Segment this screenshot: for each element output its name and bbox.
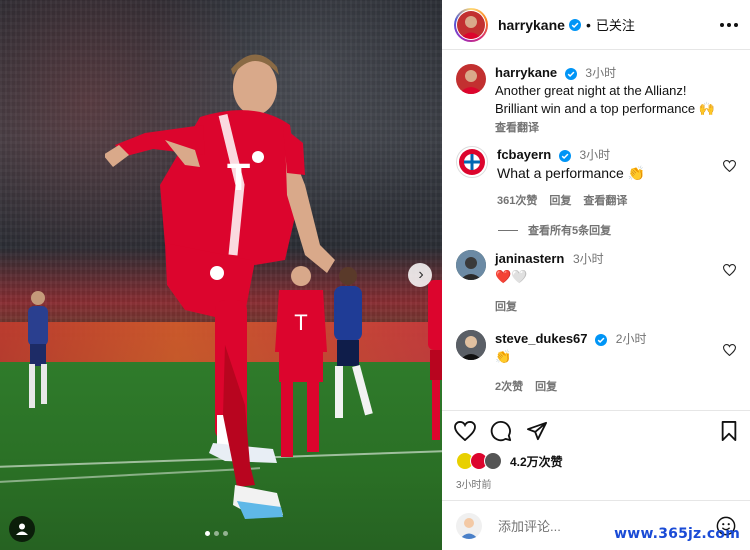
comment-item: fcbayern 3小时 What a performance 👏 361次赞 …: [456, 146, 740, 208]
post-photo[interactable]: T T ›: [0, 0, 442, 550]
add-comment-bar: 添加评论...: [442, 500, 750, 550]
author-avatar[interactable]: [457, 10, 485, 39]
posted-time: 3小时前: [456, 480, 492, 491]
carousel-dot: [214, 531, 219, 536]
heart-icon[interactable]: [723, 160, 736, 172]
caption-username[interactable]: harrykane: [495, 65, 557, 80]
fcbayern-logo-icon: [459, 149, 485, 175]
add-comment-input[interactable]: 添加评论...: [498, 516, 561, 535]
site-watermark: www.365jz.com: [614, 526, 740, 542]
comment-icon[interactable]: [490, 420, 512, 442]
view-replies-label: 查看所有5条回复: [528, 225, 612, 237]
post-side-panel: harrykane • 已关注 harrykane 3小时 Another gr…: [442, 0, 750, 550]
comment-likes[interactable]: 361次赞: [497, 192, 537, 208]
comment-text: ❤️🤍: [495, 269, 528, 284]
comment-text: 👏: [495, 349, 512, 364]
caption-text-line1: Another great night at the Allianz!: [495, 83, 687, 98]
chevron-right-icon: ›: [418, 266, 424, 283]
carousel-dot: [223, 531, 228, 536]
translate-link[interactable]: 查看翻译: [583, 192, 627, 208]
verified-badge-icon: [558, 149, 571, 162]
reply-button[interactable]: 回复: [495, 298, 517, 314]
comments-list: harrykane 3小时 Another great night at the…: [442, 50, 750, 410]
tagged-users-button[interactable]: [9, 516, 35, 542]
comment-time: 3小时: [579, 148, 611, 162]
story-ring[interactable]: [454, 7, 488, 42]
verified-badge-icon: [564, 67, 577, 80]
bookmark-icon[interactable]: [720, 421, 738, 441]
commenter-username[interactable]: steve_dukes67: [495, 331, 588, 346]
heart-icon[interactable]: [723, 344, 736, 356]
comment-time: 3小时: [572, 252, 604, 266]
svg-text:T: T: [227, 157, 250, 199]
follow-status-button[interactable]: 已关注: [596, 15, 635, 34]
heart-icon[interactable]: [454, 421, 476, 441]
background-player: [428, 280, 442, 440]
post-header: harrykane • 已关注: [442, 0, 750, 50]
heart-icon[interactable]: [723, 264, 736, 276]
verified-badge-icon: [595, 333, 608, 346]
carousel-dots: [205, 531, 228, 536]
verified-badge-icon: [568, 18, 581, 31]
commenter-username[interactable]: janinastern: [495, 251, 564, 266]
author-avatar[interactable]: [456, 64, 486, 94]
comment-likes[interactable]: 2次赞: [495, 378, 523, 394]
user-icon: [16, 523, 28, 535]
post-actions: 4.2万次赞 3小时前: [442, 410, 750, 491]
liker-avatar: [484, 452, 502, 470]
commenter-avatar[interactable]: [456, 330, 486, 360]
commenter-avatar[interactable]: [456, 146, 488, 178]
likes-count[interactable]: 4.2万次赞: [510, 453, 563, 470]
reply-button[interactable]: 回复: [535, 378, 557, 394]
commenter-avatar[interactable]: [456, 250, 486, 280]
comment-item: janinastern 3小时 ❤️🤍 回复: [456, 250, 740, 314]
comment-time: 2小时: [615, 332, 647, 346]
comment-item: steve_dukes67 2小时 👏 2次赞 回复: [456, 330, 740, 394]
commenter-username[interactable]: fcbayern: [497, 147, 551, 162]
player-harry-kane: T: [105, 54, 335, 519]
separator-dot: •: [585, 16, 591, 33]
carousel-dot: [205, 531, 210, 536]
background-player: [28, 291, 48, 408]
send-icon[interactable]: [526, 421, 548, 441]
author-username[interactable]: harrykane: [498, 17, 565, 33]
likes-summary[interactable]: 4.2万次赞: [442, 444, 750, 470]
replies-divider: [498, 229, 518, 231]
view-replies-link[interactable]: 查看所有5条回复: [498, 222, 611, 238]
caption-text-line2: Brilliant win and a top performance 🙌: [495, 101, 715, 116]
translate-link[interactable]: 查看翻译: [495, 119, 539, 135]
current-user-avatar: [456, 512, 482, 539]
comment-text: What a performance 👏: [497, 165, 646, 181]
next-image-button[interactable]: ›: [408, 263, 432, 287]
caption-time: 3小时: [585, 66, 617, 80]
post-caption: harrykane 3小时 Another great night at the…: [456, 64, 740, 135]
liker-avatars: [456, 452, 502, 470]
reply-button[interactable]: 回复: [549, 192, 571, 208]
more-icon[interactable]: [720, 22, 738, 27]
